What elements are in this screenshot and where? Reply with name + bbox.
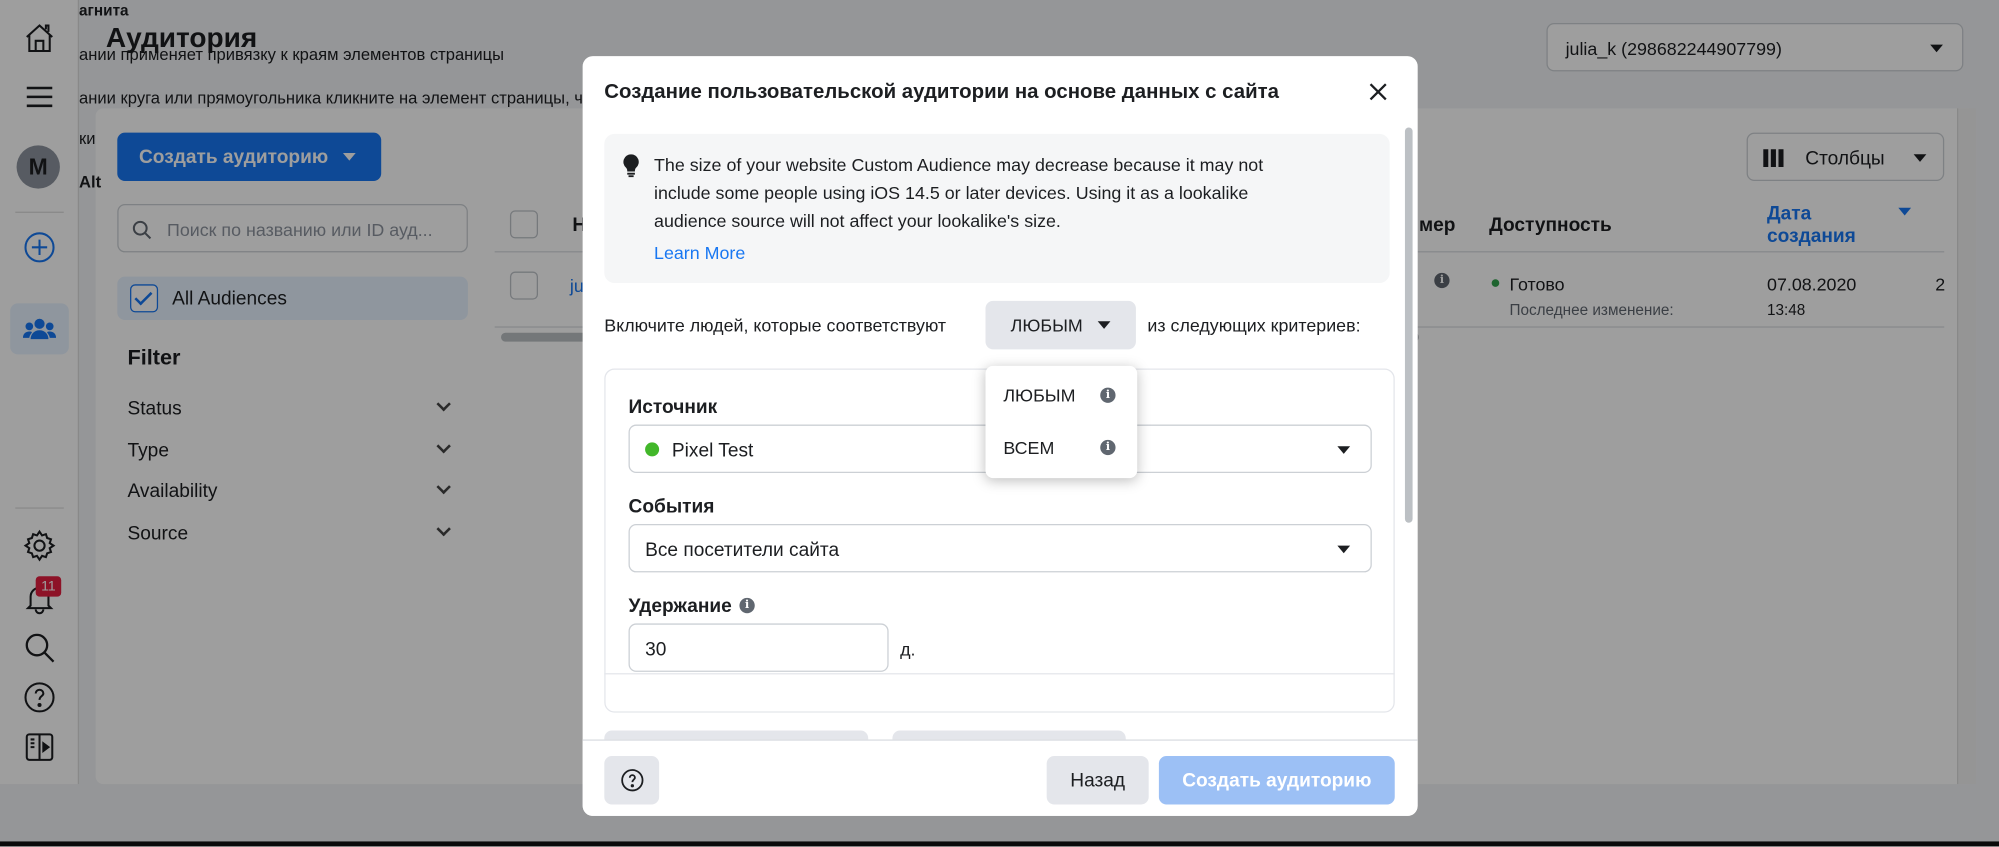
menu-item-all[interactable]: ВСЕМ i [985,423,1137,471]
dialog-scrollbar[interactable] [1404,127,1413,523]
info-icon[interactable]: i [1100,387,1116,403]
divider [604,673,1395,675]
retention-value: 30 [645,638,667,661]
dialog-footer: Назад Создать аудиторию [582,739,1418,816]
notice-line: audience source will not affect your loo… [654,210,1061,231]
notice-line: The size of your website Custom Audience… [654,154,1264,175]
back-button[interactable]: Назад [1046,756,1149,805]
menu-item-label: ЛЮБЫМ [1003,385,1076,406]
retention-unit: д. [900,638,916,660]
help-button[interactable] [604,756,660,805]
dialog-title: Создание пользовательской аудитории на о… [604,81,1279,104]
caret-down-icon [1098,321,1111,329]
retention-input[interactable]: 30 [628,623,889,672]
help-icon [620,769,643,792]
include-prefix: Включите людей, которые соответствуют [604,314,947,336]
match-mode-dropdown[interactable]: ЛЮБЫМ [985,300,1136,350]
create-audience-submit-button[interactable]: Создать аудиторию [1158,756,1395,805]
menu-item-any[interactable]: ЛЮБЫМ i [985,371,1137,419]
learn-more-link[interactable]: Learn More [654,242,745,262]
ios-notice: The size of your website Custom Audience… [604,133,1390,284]
info-icon[interactable]: i [739,597,755,614]
lightbulb-icon [623,154,639,178]
status-dot [645,442,660,457]
close-icon[interactable] [1369,83,1387,101]
events-value: Все посетители сайта [645,539,840,561]
caret-down-icon [1337,545,1351,554]
menu-item-label: ВСЕМ [1003,437,1055,458]
info-icon[interactable]: i [1100,439,1116,456]
events-select[interactable]: Все посетители сайта [628,523,1372,573]
retention-label: Удержание [628,595,732,618]
screen: M 11 агнита Аудитория ании применяет при… [0,0,1999,847]
include-suffix: из следующих критериев: [1147,314,1361,336]
notice-line: include some people using iOS 14.5 or la… [654,182,1249,203]
match-mode-value: ЛЮБЫМ [1010,314,1083,336]
match-mode-menu: ЛЮБЫМ i ВСЕМ i [985,365,1138,479]
source-value: Pixel Test [671,439,754,462]
events-label: События [628,495,715,518]
source-label: Источник [628,396,718,419]
caret-down-icon [1337,446,1351,454]
